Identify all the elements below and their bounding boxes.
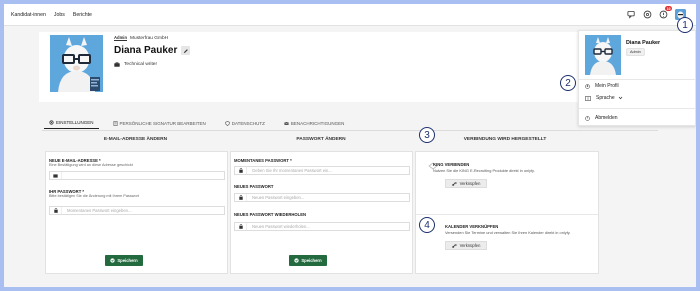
repeat-password-placeholder: Neues Passwort wiederholen... [252,224,310,229]
dropdown-divider [579,108,696,109]
tab-privacy-label: DATENSCHUTZ [231,120,265,126]
section-headers: E-MAIL-ADRESSE ÄNDERN PASSWORT ÄNDERN VE… [42,131,602,148]
company-name: Musterfrau GmbH [130,35,169,41]
top-icons: 10 [621,6,686,20]
app-window: Kandidat-innen Jobs Berichte 10 Admin Mu… [4,4,696,287]
section-email-title: E-MAIL-ADRESSE ÄNDERN [103,137,168,142]
edit-name-button[interactable] [181,46,190,55]
king-connect-title: KING VERBINDEN [433,162,470,167]
calendar-connect-description: Versenden Sie Termine und verwalten Sie … [445,230,571,235]
repeat-password-label: NEUES PASSWORT WIEDERHOLEN [234,212,307,217]
notifications-icon[interactable]: 10 [658,6,672,20]
document-icon [113,120,117,126]
calendar-connect-title: KALENDER VERKNÜPFEN [445,224,499,229]
repeat-password-field[interactable]: Neues Passwort wiederholen... [234,222,410,231]
pencil-icon [183,48,188,53]
profile-avatar [50,35,103,92]
current-password-placeholder: Geben Sie Ihr momentanes Passwort ein... [252,168,332,173]
email-password-placeholder: Momentanes Passwort eingeben... [67,208,132,213]
tab-settings-label: EINSTELLUNGEN [56,120,94,125]
current-password-field[interactable]: Geben Sie Ihr momentanes Passwort ein... [234,166,410,175]
lock-icon [235,223,247,230]
job-title: Technical writer [124,62,158,67]
menu-item-my-profile-label: Mein Profil [595,83,619,89]
screenshot-frame: Kandidat-innen Jobs Berichte 10 Admin Mu… [0,0,700,291]
step-marker-4: 4 [419,217,435,233]
check-circle-icon [294,258,300,263]
connections-panel: KING VERBINDEN Nutzen Sie die KING E-Rec… [415,151,599,274]
new-password-label: NEUES PASSWORT [234,184,274,189]
new-password-placeholder: Neues Passwort eingeben... [252,195,305,200]
nav-jobs[interactable]: Jobs [54,12,67,18]
tab-settings[interactable]: EINSTELLUNGEN [44,120,99,129]
top-navigation: Kandidat-innen Jobs Berichte 10 [4,4,696,26]
job-title-row: Technical writer [114,62,157,67]
new-email-hint: Eine Bestätigung wird an diese Adresse g… [49,163,133,167]
email-save-button[interactable]: Speichern [105,255,143,266]
menu-item-my-profile[interactable]: Mein Profil [585,83,619,89]
menu-item-language-label: Sprache [596,95,615,101]
lock-icon [50,207,62,214]
tab-notifications[interactable]: BENACHRICHTIGUNGEN [279,120,350,129]
new-password-field[interactable]: Neues Passwort eingeben... [234,193,410,202]
profile-dropdown-menu: Diana Pauker Admin Mein Profil Sprache A… [578,30,696,126]
mail-icon [284,121,289,125]
password-change-panel: MOMENTANES PASSWORT * Geben Sie Ihr mome… [230,151,413,274]
tab-signature[interactable]: PERSÖNLICHE SIGNATUR BEARBEITEN [108,120,211,129]
step-marker-2: 2 [560,75,576,91]
calendar-connect-button[interactable]: Verknüpfen [445,241,487,250]
section-password-title: PASSWORT ÄNDERN [296,137,346,142]
password-save-label: Speichern [301,258,322,263]
lock-icon [235,167,247,174]
shield-icon [224,120,230,126]
settings-tabs: EINSTELLUNGEN PERSÖNLICHE SIGNATUR BEARB… [44,120,358,129]
envelope-icon [50,172,62,179]
nav-reports[interactable]: Berichte [73,12,94,18]
new-email-field[interactable] [49,171,225,180]
email-password-hint: Bitte bestätigen Sie die Änderung mit Ih… [49,194,139,198]
tab-signature-label: PERSÖNLICHE SIGNATUR BEARBEITEN [119,120,206,126]
menu-item-logout-label: Abmelden [595,115,618,121]
section-connection-title: VERBINDUNG WIRD HERGESTELLT [463,137,547,142]
email-password-field[interactable]: Momentanes Passwort eingeben... [49,206,225,215]
step-marker-1: 1 [677,17,693,33]
dropdown-divider [579,79,696,80]
dropdown-avatar [585,35,621,75]
current-password-label: MOMENTANES PASSWORT * [234,158,292,163]
tab-privacy[interactable]: DATENSCHUTZ [220,120,270,129]
notification-count-badge: 10 [665,6,672,11]
chevron-down-icon [618,96,622,100]
email-change-panel: NEUE E-MAIL-ADRESSE * Eine Bestätigung w… [45,151,228,274]
power-icon [585,115,590,121]
chat-icon[interactable] [626,9,637,20]
profile-header: Admin Musterfrau GmbH Diana Pauker Techn… [39,32,659,102]
calendar-connect-button-label: Verknüpfen [459,243,481,248]
dropdown-role-badge: Admin [626,48,645,56]
lock-icon [235,194,247,201]
king-connect-description: Nutzen Sie die KING E-Recruiting Produkt… [433,168,535,173]
dropdown-user-name: Diana Pauker [626,40,661,46]
email-save-label: Speichern [117,258,138,263]
king-connect-button[interactable]: Verknüpfen [445,179,487,188]
connections-divider [416,214,598,215]
nav-candidates[interactable]: Kandidat-innen [11,12,48,18]
link-icon [451,243,457,248]
profile-name: Diana Pauker [114,45,178,56]
help-icon[interactable] [642,9,653,20]
language-icon [585,95,591,101]
briefcase-icon [114,62,120,67]
admin-label: Admin [114,35,128,41]
step-marker-3: 3 [419,127,435,143]
tab-notifications-label: BENACHRICHTIGUNGEN [290,120,345,126]
king-connect-button-label: Verknüpfen [459,181,481,186]
check-circle-icon [110,258,116,263]
menu-item-language[interactable]: Sprache [585,95,628,101]
company-row: Admin Musterfrau GmbH [114,35,168,41]
password-save-button[interactable]: Speichern [289,255,327,266]
link-icon [451,181,457,186]
gear-icon [49,120,54,125]
menu-item-logout[interactable]: Abmelden [585,115,618,121]
user-circle-icon [585,83,590,89]
